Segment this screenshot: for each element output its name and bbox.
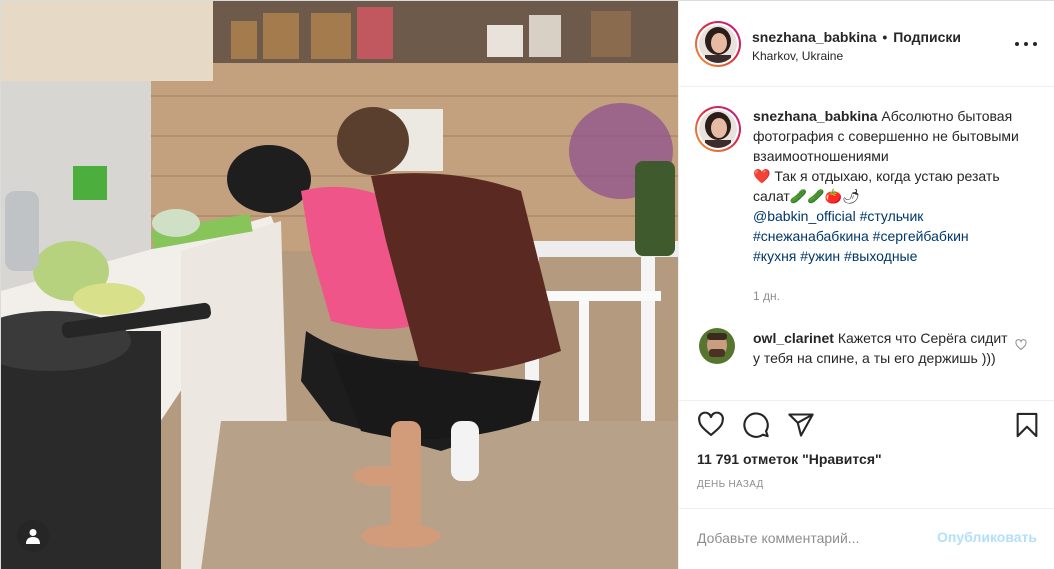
author-avatar[interactable] bbox=[695, 21, 741, 67]
more-icon bbox=[1015, 42, 1019, 46]
hashtag-link[interactable]: #ужин bbox=[800, 248, 840, 264]
likes-count[interactable]: 11 791 отметок "Нравится" bbox=[697, 451, 882, 467]
commenter-avatar[interactable] bbox=[699, 328, 735, 364]
share-icon bbox=[788, 413, 814, 437]
more-icon-dot bbox=[1033, 42, 1037, 46]
more-options-button[interactable] bbox=[1015, 37, 1037, 51]
hashtag-link[interactable]: #стульчик bbox=[860, 208, 924, 224]
caption-avatar[interactable] bbox=[695, 106, 741, 152]
header-separator: • bbox=[882, 29, 888, 45]
comment-icon bbox=[743, 412, 769, 438]
small-heart-icon bbox=[1015, 339, 1027, 351]
caption-text: snezhana_babkina Абсолютно бытовая фотог… bbox=[753, 106, 1028, 266]
add-comment-form: Опубликовать bbox=[679, 508, 1054, 569]
user-icon bbox=[26, 529, 40, 544]
author-username[interactable]: snezhana_babkina bbox=[752, 29, 877, 45]
bookmark-icon bbox=[1016, 412, 1038, 438]
user-tag-button[interactable] bbox=[17, 520, 49, 552]
post-caption: snezhana_babkina Абсолютно бытовая фотог… bbox=[695, 106, 1045, 306]
caption-avatar-image bbox=[699, 110, 737, 148]
author-avatar-image bbox=[699, 25, 737, 63]
more-icon-dot bbox=[1024, 42, 1028, 46]
following-button[interactable]: Подписки bbox=[893, 29, 961, 45]
comments-list: snezhana_babkina Абсолютно бытовая фотог… bbox=[679, 88, 1054, 400]
save-button[interactable] bbox=[1013, 411, 1041, 439]
hashtag-link[interactable]: #снежанабабкина bbox=[753, 228, 869, 244]
kitchen-photo bbox=[1, 1, 678, 569]
caption-username[interactable]: snezhana_babkina bbox=[753, 108, 878, 124]
hashtag-link[interactable]: #сергейбабкин bbox=[873, 228, 969, 244]
commenter-avatar-image bbox=[699, 328, 735, 364]
caption-timestamp[interactable]: 1 дн. bbox=[753, 289, 780, 303]
hashtag-link[interactable]: #выходные bbox=[844, 248, 917, 264]
post-actions: 11 791 отметок "Нравится" ДЕНЬ НАЗАД Опу… bbox=[679, 400, 1054, 569]
share-button[interactable] bbox=[787, 411, 815, 439]
heart-icon bbox=[698, 411, 724, 436]
post-dialog: snezhana_babkina • Подписки Kharkov, Ukr… bbox=[0, 0, 1054, 569]
like-comment-button[interactable] bbox=[1015, 338, 1027, 354]
comment-item: owl_clarinet Кажется что Серёга сидит у … bbox=[695, 328, 1045, 398]
comment-button[interactable] bbox=[742, 411, 770, 439]
post-location[interactable]: Kharkov, Ukraine bbox=[752, 49, 843, 63]
post-header: snezhana_babkina • Подписки Kharkov, Ukr… bbox=[679, 1, 1054, 87]
mention-link[interactable]: @babkin_official bbox=[753, 208, 856, 224]
post-date[interactable]: ДЕНЬ НАЗАД bbox=[697, 479, 764, 490]
commenter-username[interactable]: owl_clarinet bbox=[753, 330, 834, 346]
heart-emoji: ❤️ bbox=[753, 168, 771, 184]
publish-button[interactable]: Опубликовать bbox=[937, 529, 1037, 545]
header-user-line: snezhana_babkina • Подписки bbox=[752, 29, 961, 45]
hashtag-link[interactable]: #кухня bbox=[753, 248, 796, 264]
post-photo[interactable] bbox=[1, 1, 678, 569]
like-button[interactable] bbox=[697, 411, 725, 439]
post-side-panel: snezhana_babkina • Подписки Kharkov, Ukr… bbox=[678, 1, 1054, 569]
comment-text: owl_clarinet Кажется что Серёга сидит у … bbox=[753, 328, 1013, 368]
comment-input[interactable] bbox=[697, 527, 937, 549]
food-emoji: 🥒🥒🍅🌶 bbox=[789, 188, 860, 204]
